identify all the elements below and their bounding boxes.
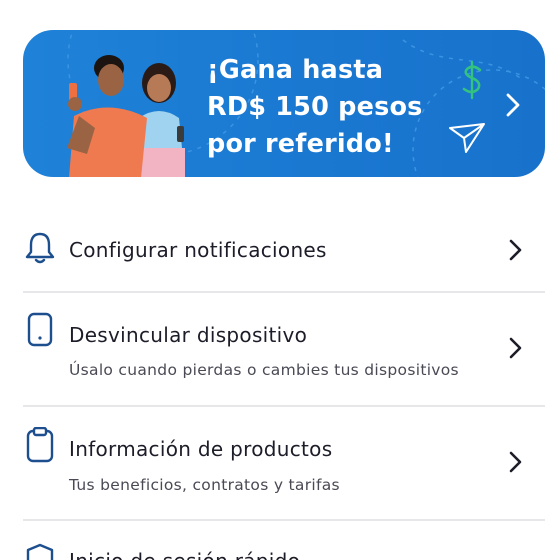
chevron-right-icon bbox=[509, 239, 522, 261]
menu-item-title: Información de productos bbox=[69, 437, 333, 461]
menu-item-product-info[interactable]: Información de productos Tus beneficios,… bbox=[23, 407, 545, 519]
shield-icon bbox=[26, 543, 54, 560]
menu-item-subtitle: Úsalo cuando pierdas o cambies tus dispo… bbox=[69, 361, 459, 379]
menu-item-notifications[interactable]: Configurar notificaciones bbox=[23, 222, 545, 290]
menu-item-subtitle: Tus beneficios, contratos y tarifas bbox=[69, 476, 340, 494]
menu-item-quick-login[interactable]: Inicio de sesión rápido bbox=[23, 521, 545, 560]
banner-line-3: por referido! bbox=[207, 129, 394, 159]
phone-icon bbox=[27, 312, 53, 347]
banner-chevron-right-icon[interactable] bbox=[503, 92, 523, 118]
banner-text: ¡Gana hasta RD$ 150 pesos por referido! bbox=[207, 52, 457, 163]
paper-plane-icon bbox=[449, 123, 485, 153]
bell-icon bbox=[25, 232, 55, 264]
dollar-icon bbox=[462, 60, 482, 100]
people-illustration bbox=[67, 55, 185, 177]
chevron-right-icon bbox=[509, 337, 522, 359]
menu-item-title: Desvincular dispositivo bbox=[69, 323, 308, 347]
banner-line-2: RD$ 150 pesos bbox=[207, 92, 423, 122]
banner-line-1: ¡Gana hasta bbox=[207, 55, 384, 85]
menu-item-unlink-device[interactable]: Desvincular dispositivo Úsalo cuando pie… bbox=[23, 293, 545, 405]
referral-banner[interactable]: ¡Gana hasta RD$ 150 pesos por referido! bbox=[23, 30, 545, 177]
menu-item-title: Configurar notificaciones bbox=[69, 238, 327, 262]
chevron-right-icon bbox=[509, 451, 522, 473]
menu-item-title: Inicio de sesión rápido bbox=[69, 549, 300, 560]
clipboard-icon bbox=[26, 427, 54, 463]
